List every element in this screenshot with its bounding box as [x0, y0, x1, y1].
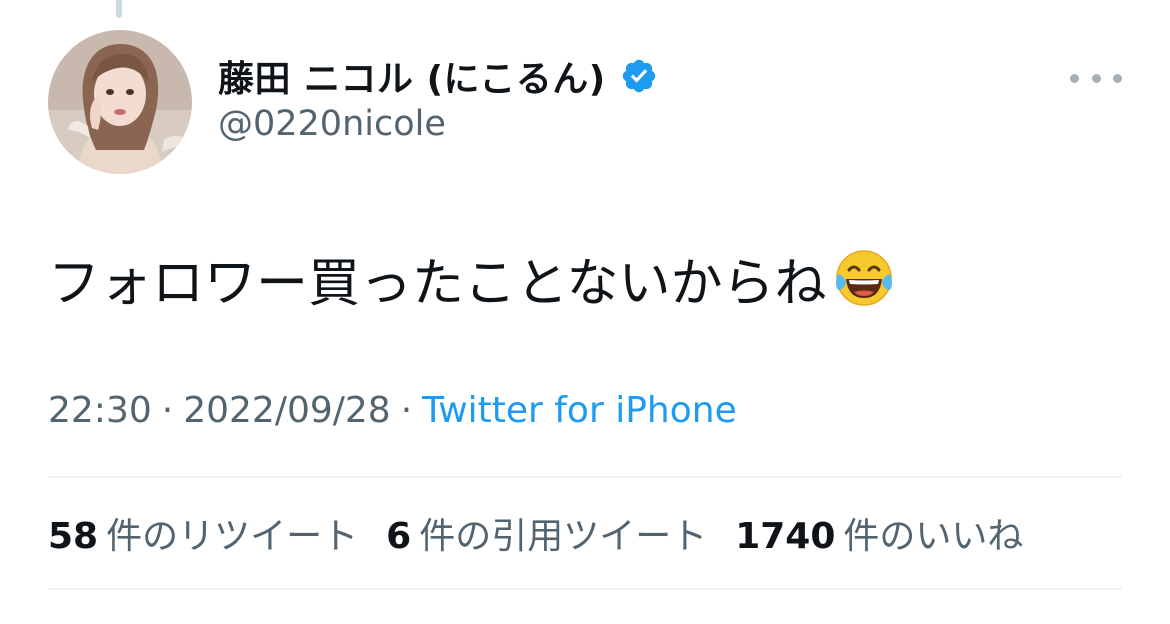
verified-badge-icon [620, 57, 658, 95]
meta-separator: · [400, 390, 413, 431]
tweet-time: 22:30 [48, 390, 152, 431]
avatar-photo [48, 30, 192, 174]
tweet-date: 2022/09/28 [183, 390, 391, 431]
face-with-tears-of-joy-emoji-icon [832, 246, 896, 310]
likes-stat[interactable]: 1740 件のいいね [735, 507, 1023, 559]
tweet-text: フォロワー買ったことないからね [48, 253, 827, 314]
retweets-label: 件のリツイート [106, 516, 359, 557]
author-handle[interactable]: @0220nicole [218, 104, 446, 144]
tweet-source-link[interactable]: Twitter for iPhone [422, 390, 737, 431]
retweets-stat[interactable]: 58 件のリツイート [48, 507, 358, 559]
quotes-label: 件の引用ツイート [419, 516, 708, 557]
tweet-stats: 58 件のリツイート 6 件の引用ツイート 1740 件のいいね [48, 505, 1051, 561]
display-name[interactable]: 藤田 ニコル (にこるん) [218, 50, 606, 102]
tweet-metadata: 22:30 · 2022/09/28 · Twitter for iPhone [48, 390, 737, 431]
quotes-stat[interactable]: 6 件の引用ツイート [386, 507, 707, 559]
tweet-body: フォロワー買ったことないからね [48, 238, 896, 318]
divider [48, 588, 1122, 590]
meta-separator: · [161, 390, 174, 431]
likes-label: 件のいいね [843, 516, 1024, 557]
retweets-count: 58 [48, 516, 99, 557]
author-name-row: 藤田 ニコル (にこるん) [218, 52, 658, 100]
more-dot-icon [1070, 73, 1079, 83]
tweet-detail: 藤田 ニコル (にこるん) @0220nicole フォロワー買ったことないから… [0, 0, 1170, 624]
more-dot-icon [1113, 73, 1122, 83]
thread-connector-line [116, 0, 122, 18]
divider [48, 476, 1122, 478]
quotes-count: 6 [386, 516, 412, 557]
more-dot-icon [1091, 73, 1101, 83]
likes-count: 1740 [735, 516, 836, 557]
more-options-button[interactable] [1070, 60, 1122, 96]
avatar[interactable] [48, 30, 192, 174]
